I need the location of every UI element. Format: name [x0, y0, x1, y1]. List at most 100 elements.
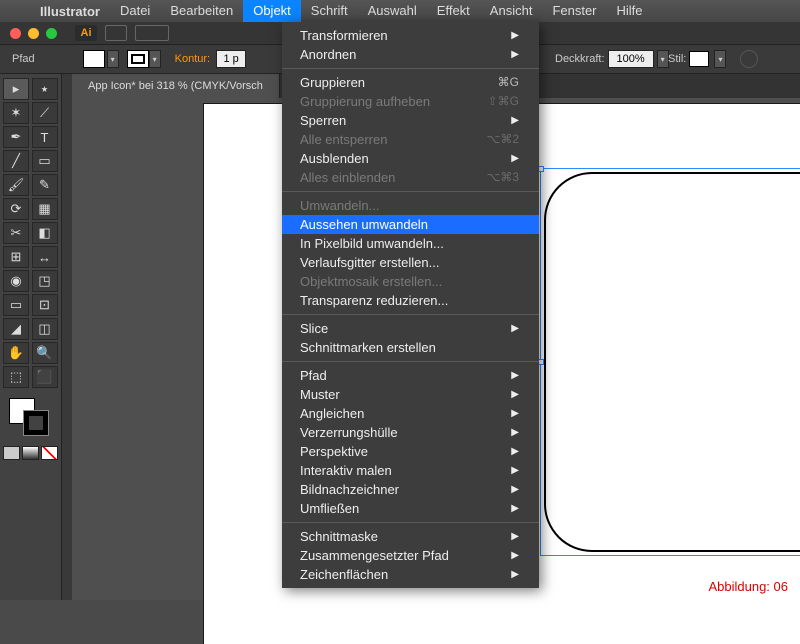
menu-item-schnittmaske[interactable]: Schnittmaske▶: [282, 527, 539, 546]
opacity-label[interactable]: Deckkraft:: [555, 53, 605, 65]
stroke-weight-input[interactable]: 1 p: [216, 50, 246, 68]
arrange-docs-icon[interactable]: [135, 25, 169, 41]
tool-14[interactable]: ⊞: [3, 246, 29, 268]
fill-swatch[interactable]: [83, 50, 105, 68]
menu-item-schnittmarken-erstellen[interactable]: Schnittmarken erstellen: [282, 338, 539, 357]
submenu-arrow-icon: ▶: [511, 385, 519, 404]
tool-9[interactable]: ✎: [32, 174, 58, 196]
tool-24[interactable]: ⬚: [3, 366, 29, 388]
stroke-label[interactable]: Kontur:: [175, 53, 210, 65]
submenu-arrow-icon: ▶: [511, 45, 519, 64]
tool-4[interactable]: ✒: [3, 126, 29, 148]
tool-23[interactable]: 🔍: [32, 342, 58, 364]
submenu-arrow-icon: ▶: [511, 111, 519, 130]
menu-item-ausblenden[interactable]: Ausblenden▶: [282, 149, 539, 168]
menu-fenster[interactable]: Fenster: [542, 0, 606, 22]
tools-panel: ▸⭑✶⟋✒T╱▭🖌✎⟳▦✂◧⊞↔◉◳▭⊡◢◫✋🔍⬚⬛: [0, 74, 62, 600]
style-dropdown-icon[interactable]: ▾: [714, 50, 726, 68]
tool-13[interactable]: ◧: [32, 222, 58, 244]
tool-21[interactable]: ◫: [32, 318, 58, 340]
tool-1[interactable]: ⭑: [32, 78, 58, 100]
tool-10[interactable]: ⟳: [3, 198, 29, 220]
menu-item-zeichenfl-chen[interactable]: Zeichenflächen▶: [282, 565, 539, 584]
tool-12[interactable]: ✂: [3, 222, 29, 244]
menu-item-aussehen-umwandeln[interactable]: Aussehen umwandeln: [282, 215, 539, 234]
menu-item-umflie-en[interactable]: Umfließen▶: [282, 499, 539, 518]
submenu-arrow-icon: ▶: [511, 499, 519, 518]
zoom-icon[interactable]: [46, 28, 57, 39]
menu-item-sperren[interactable]: Sperren▶: [282, 111, 539, 130]
gradient-mode-icon[interactable]: [22, 446, 39, 460]
submenu-arrow-icon: ▶: [511, 149, 519, 168]
tool-5[interactable]: T: [32, 126, 58, 148]
menu-item-transformieren[interactable]: Transformieren▶: [282, 26, 539, 45]
app-name[interactable]: Illustrator: [30, 4, 110, 19]
submenu-arrow-icon: ▶: [511, 527, 519, 546]
style-swatch[interactable]: [689, 51, 709, 67]
selection-type-label: Pfad: [0, 53, 43, 65]
tool-22[interactable]: ✋: [3, 342, 29, 364]
menu-item-verlaufsgitter-erstellen-[interactable]: Verlaufsgitter erstellen...: [282, 253, 539, 272]
submenu-arrow-icon: ▶: [511, 319, 519, 338]
menu-item-gruppieren[interactable]: Gruppieren⌘G: [282, 73, 539, 92]
menu-item-muster[interactable]: Muster▶: [282, 385, 539, 404]
menu-item-transparenz-reduzieren-[interactable]: Transparenz reduzieren...: [282, 291, 539, 310]
tool-2[interactable]: ✶: [3, 102, 29, 124]
menu-item-umwandeln-: Umwandeln...: [282, 196, 539, 215]
menu-item-slice[interactable]: Slice▶: [282, 319, 539, 338]
submenu-arrow-icon: ▶: [511, 442, 519, 461]
menu-item-bildnachzeichner[interactable]: Bildnachzeichner▶: [282, 480, 539, 499]
stroke-dropdown-icon[interactable]: ▾: [149, 50, 161, 68]
menu-hilfe[interactable]: Hilfe: [607, 0, 653, 22]
close-icon[interactable]: [10, 28, 21, 39]
menu-bearbeiten[interactable]: Bearbeiten: [160, 0, 243, 22]
tool-3[interactable]: ⟋: [32, 102, 58, 124]
minimize-icon[interactable]: [28, 28, 39, 39]
tool-19[interactable]: ⊡: [32, 294, 58, 316]
tool-17[interactable]: ◳: [32, 270, 58, 292]
menu-auswahl[interactable]: Auswahl: [358, 0, 427, 22]
fill-dropdown-icon[interactable]: ▾: [107, 50, 119, 68]
menu-item-perspektive[interactable]: Perspektive▶: [282, 442, 539, 461]
stroke-swatch[interactable]: [127, 50, 149, 68]
menu-datei[interactable]: Datei: [110, 0, 160, 22]
document-tab[interactable]: App Icon* bei 318 % (CMYK/Vorsch: [72, 74, 280, 98]
tool-6[interactable]: ╱: [3, 150, 29, 172]
opacity-dropdown-icon[interactable]: ▾: [657, 50, 669, 68]
menu-item-interaktiv-malen[interactable]: Interaktiv malen▶: [282, 461, 539, 480]
tool-25[interactable]: ⬛: [32, 366, 58, 388]
menu-objekt[interactable]: Objekt: [243, 0, 301, 22]
tool-20[interactable]: ◢: [3, 318, 29, 340]
none-mode-icon[interactable]: [41, 446, 58, 460]
tool-16[interactable]: ◉: [3, 270, 29, 292]
recolor-icon[interactable]: [740, 50, 758, 68]
menu-item-anordnen[interactable]: Anordnen▶: [282, 45, 539, 64]
menu-item-verzerrungsh-lle[interactable]: Verzerrungshülle▶: [282, 423, 539, 442]
system-menubar: Illustrator DateiBearbeitenObjektSchrift…: [0, 0, 800, 22]
menu-item-pfad[interactable]: Pfad▶: [282, 366, 539, 385]
submenu-arrow-icon: ▶: [511, 565, 519, 584]
bridge-icon[interactable]: [105, 25, 127, 41]
submenu-arrow-icon: ▶: [511, 461, 519, 480]
fill-stroke-control[interactable]: [3, 396, 58, 440]
menu-schrift[interactable]: Schrift: [301, 0, 358, 22]
menu-ansicht[interactable]: Ansicht: [480, 0, 543, 22]
menu-item-zusammengesetzter-pfad[interactable]: Zusammengesetzter Pfad▶: [282, 546, 539, 565]
tool-0[interactable]: ▸: [3, 78, 29, 100]
tool-7[interactable]: ▭: [32, 150, 58, 172]
tool-18[interactable]: ▭: [3, 294, 29, 316]
color-mode-icon[interactable]: [3, 446, 20, 460]
style-label: Stil:: [668, 53, 686, 65]
menu-item-alle-entsperren: Alle entsperren⌥⌘2: [282, 130, 539, 149]
submenu-arrow-icon: ▶: [511, 26, 519, 45]
objekt-menu-dropdown: Transformieren▶Anordnen▶Gruppieren⌘GGrup…: [282, 22, 539, 588]
tool-11[interactable]: ▦: [32, 198, 58, 220]
menu-effekt[interactable]: Effekt: [427, 0, 480, 22]
menu-item-in-pixelbild-umwandeln-[interactable]: In Pixelbild umwandeln...: [282, 234, 539, 253]
opacity-input[interactable]: 100%: [608, 50, 654, 68]
tool-15[interactable]: ↔: [32, 246, 58, 268]
menu-item-angleichen[interactable]: Angleichen▶: [282, 404, 539, 423]
figure-label: Abbildung: 06: [708, 579, 788, 594]
stroke-color[interactable]: [23, 410, 49, 436]
tool-8[interactable]: 🖌: [3, 174, 29, 196]
